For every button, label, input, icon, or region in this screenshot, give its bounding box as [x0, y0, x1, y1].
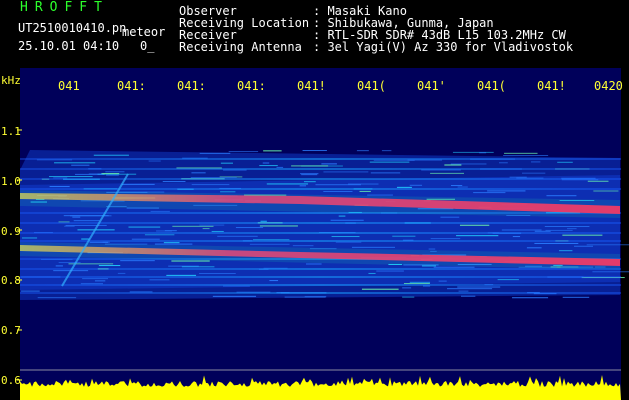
- time-tick-2: 041:: [117, 79, 146, 93]
- freq-tick-0-7: 0.7: [1, 324, 21, 337]
- spectrogram: [17, 68, 629, 400]
- time-tick-8: 041(: [477, 79, 506, 93]
- time-tick-7: 041': [417, 79, 446, 93]
- freq-tick-1-0: 1.0: [1, 175, 21, 188]
- time-tick-6: 041(: [357, 79, 386, 93]
- time-tick-5: 041!: [297, 79, 326, 93]
- freq-tick-0-6: 0.6: [1, 374, 21, 387]
- freq-tick-1-1: 1.1: [1, 125, 21, 138]
- freq-tick-0-9: 0.9: [1, 225, 21, 238]
- freq-unit-label: kHz: [1, 74, 21, 87]
- time-tick-1: 041: [58, 79, 80, 93]
- time-tick-3: 041:: [177, 79, 206, 93]
- time-tick-10: 0420: [594, 79, 623, 93]
- freq-tick-0-8: 0.8: [1, 274, 21, 287]
- time-tick-4: 041:: [237, 79, 266, 93]
- time-tick-9: 041!: [537, 79, 566, 93]
